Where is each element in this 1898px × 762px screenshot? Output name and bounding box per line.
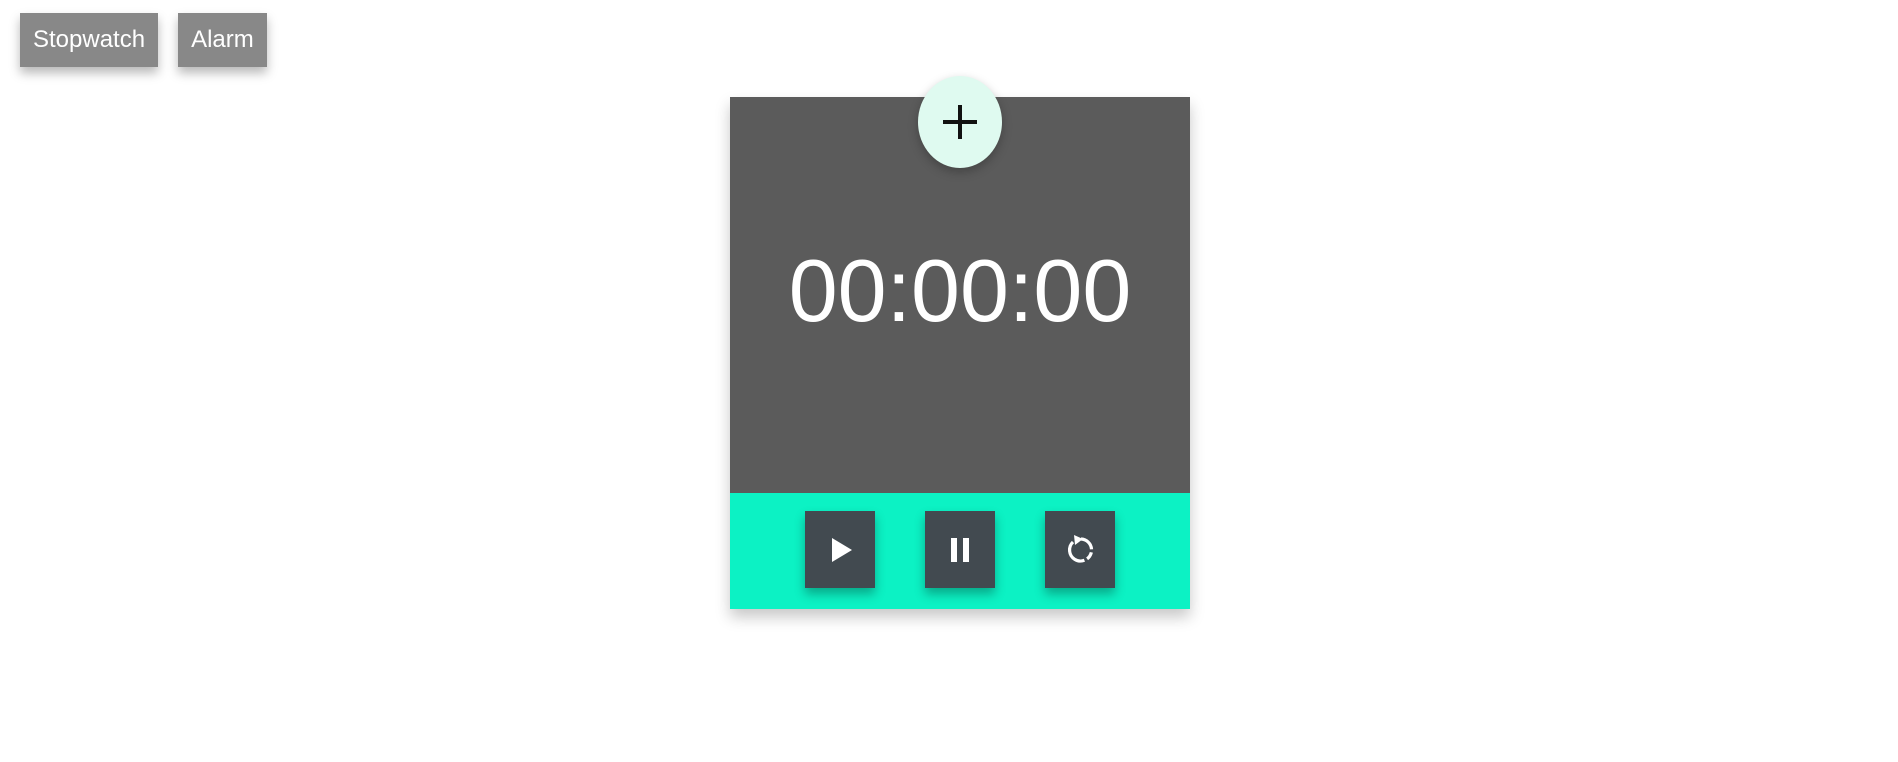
- timer-display: 00:00:00: [788, 241, 1132, 340]
- alarm-button[interactable]: Alarm: [178, 13, 267, 67]
- reset-button[interactable]: [1045, 511, 1115, 588]
- pause-button[interactable]: [925, 511, 995, 588]
- stopwatch-widget: 00:00:00: [730, 76, 1190, 609]
- mode-nav: Stopwatch Alarm: [20, 13, 267, 67]
- reset-icon: [1067, 534, 1094, 563]
- pause-icon: [951, 537, 969, 562]
- play-icon: [832, 537, 852, 562]
- play-button[interactable]: [805, 511, 875, 588]
- stopwatch-button[interactable]: Stopwatch: [20, 13, 159, 67]
- controls-bar: [730, 493, 1190, 609]
- plus-icon: [943, 105, 977, 139]
- add-button[interactable]: [918, 76, 1002, 168]
